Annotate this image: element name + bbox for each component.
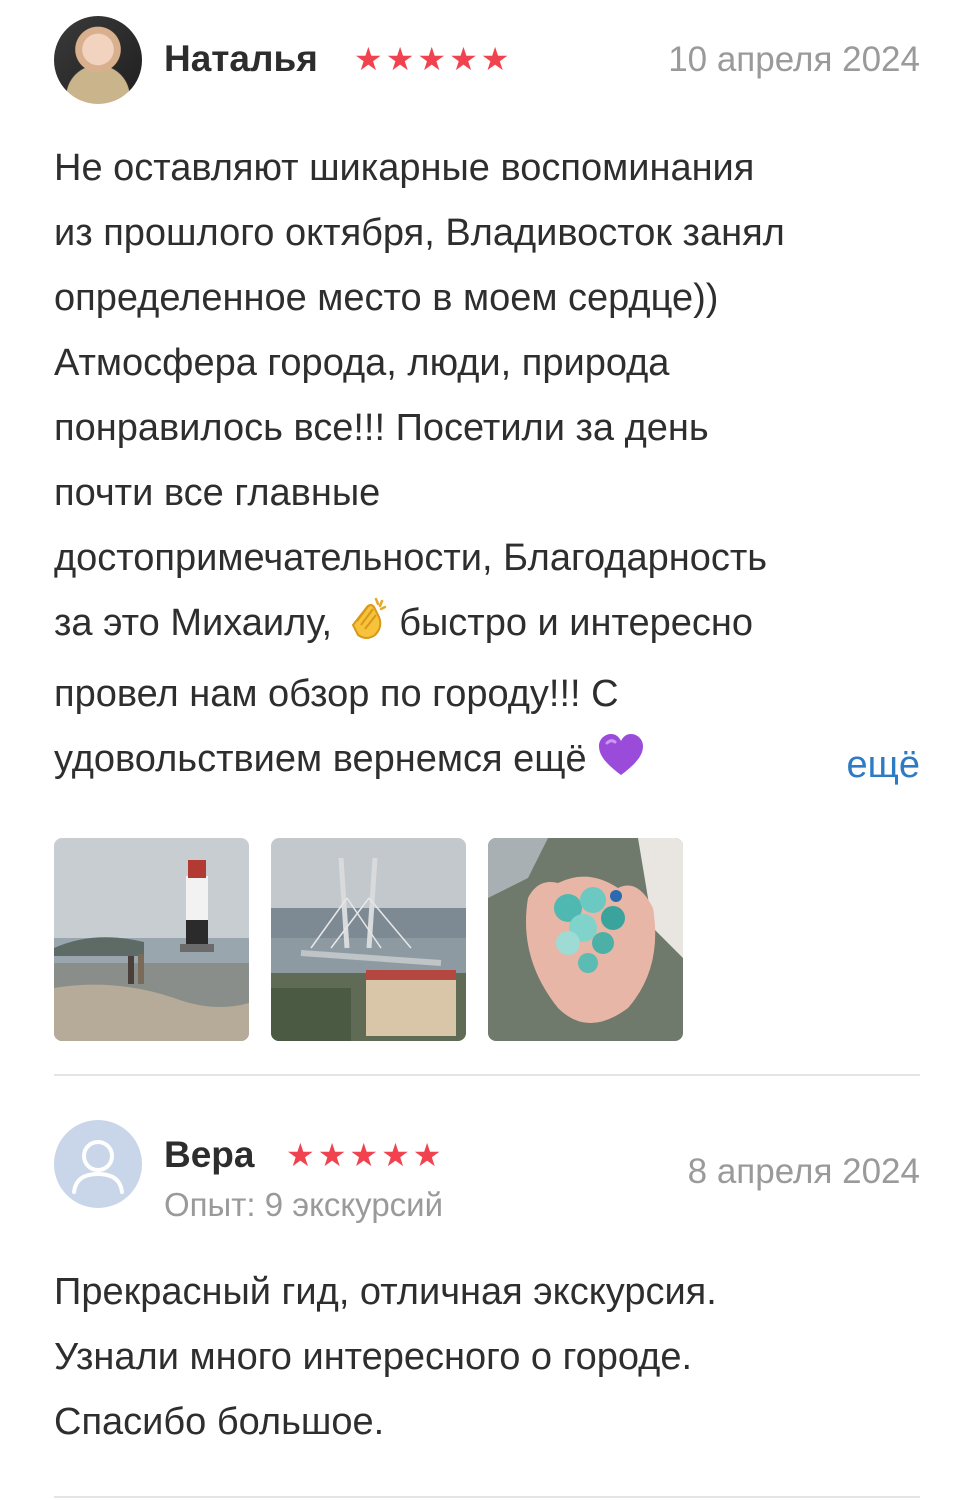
review-text-line: Атмосфера города, люди, природа: [54, 342, 670, 384]
review-text-line: Прекрасный гид, отличная экскурсия.: [54, 1271, 717, 1313]
author-experience: Опыт: 9 экскурсий: [164, 1186, 444, 1223]
review-text-fragment: быстро и интересно: [399, 602, 754, 644]
review-photo-lighthouse[interactable]: [54, 838, 249, 1041]
review-text-line: за это Михаилу, быстро и интересно: [54, 591, 920, 662]
review-text-line: понравилось все!!! Посетили за день: [54, 407, 709, 449]
review-text-line: почти все главные: [54, 472, 381, 514]
review-photo-bridge[interactable]: [271, 838, 466, 1041]
review-text: Не оставляют шикарные воспоминания из пр…: [54, 136, 920, 798]
review-text-fragment: за это Михаилу,: [54, 602, 333, 644]
user-icon: [72, 1140, 124, 1194]
review-text: Прекрасный гид, отличная экскурсия. Узна…: [54, 1260, 920, 1455]
review-text-line: определенное место в моем сердце)): [54, 277, 719, 319]
rating-stars: ★★★★★: [286, 1137, 445, 1173]
review-photo-sea-glass[interactable]: [488, 838, 683, 1041]
review-divider: [54, 1074, 920, 1076]
review-text-fragment: удовольствием вернемся ещё: [54, 738, 587, 780]
review-text-line: провел нам обзор по городу!!! С: [54, 673, 619, 715]
author-name[interactable]: Вера: [164, 1134, 254, 1176]
review-card: Вера ★★★★★ Опыт: 9 экскурсий 8 апреля 20…: [54, 1120, 920, 1455]
expand-review-link[interactable]: ещё: [846, 733, 920, 798]
review-text-line: достопримечательности, Благодарность: [54, 537, 768, 579]
author-avatar[interactable]: [54, 16, 142, 104]
review-text-line: Не оставляют шикарные воспоминания: [54, 147, 755, 189]
review-divider: [54, 1496, 920, 1498]
review-header: Вера ★★★★★ Опыт: 9 экскурсий 8 апреля 20…: [54, 1120, 920, 1223]
review-text-line: Узнали много интересного о городе.: [54, 1336, 693, 1378]
purple-heart-icon: [597, 733, 645, 798]
rating-stars: ★★★★★: [354, 41, 513, 77]
review-text-line: Спасибо большое.: [54, 1401, 385, 1443]
review-text-line: из прошлого октября, Владивосток занял: [54, 212, 785, 254]
author-avatar[interactable]: [54, 1120, 142, 1208]
review-header: Наталья ★★★★★ 10 апреля 2024: [54, 16, 920, 106]
author-name[interactable]: Наталья: [164, 38, 318, 80]
review-date: 10 апреля 2024: [668, 40, 920, 79]
review-card: Наталья ★★★★★ 10 апреля 2024 Не оставляю…: [54, 16, 920, 1041]
review-text-line: удовольствием вернемся ещё: [54, 727, 920, 798]
review-photos: [54, 838, 920, 1041]
clapping-hands-icon: [343, 595, 389, 662]
review-date: 8 апреля 2024: [687, 1152, 920, 1191]
